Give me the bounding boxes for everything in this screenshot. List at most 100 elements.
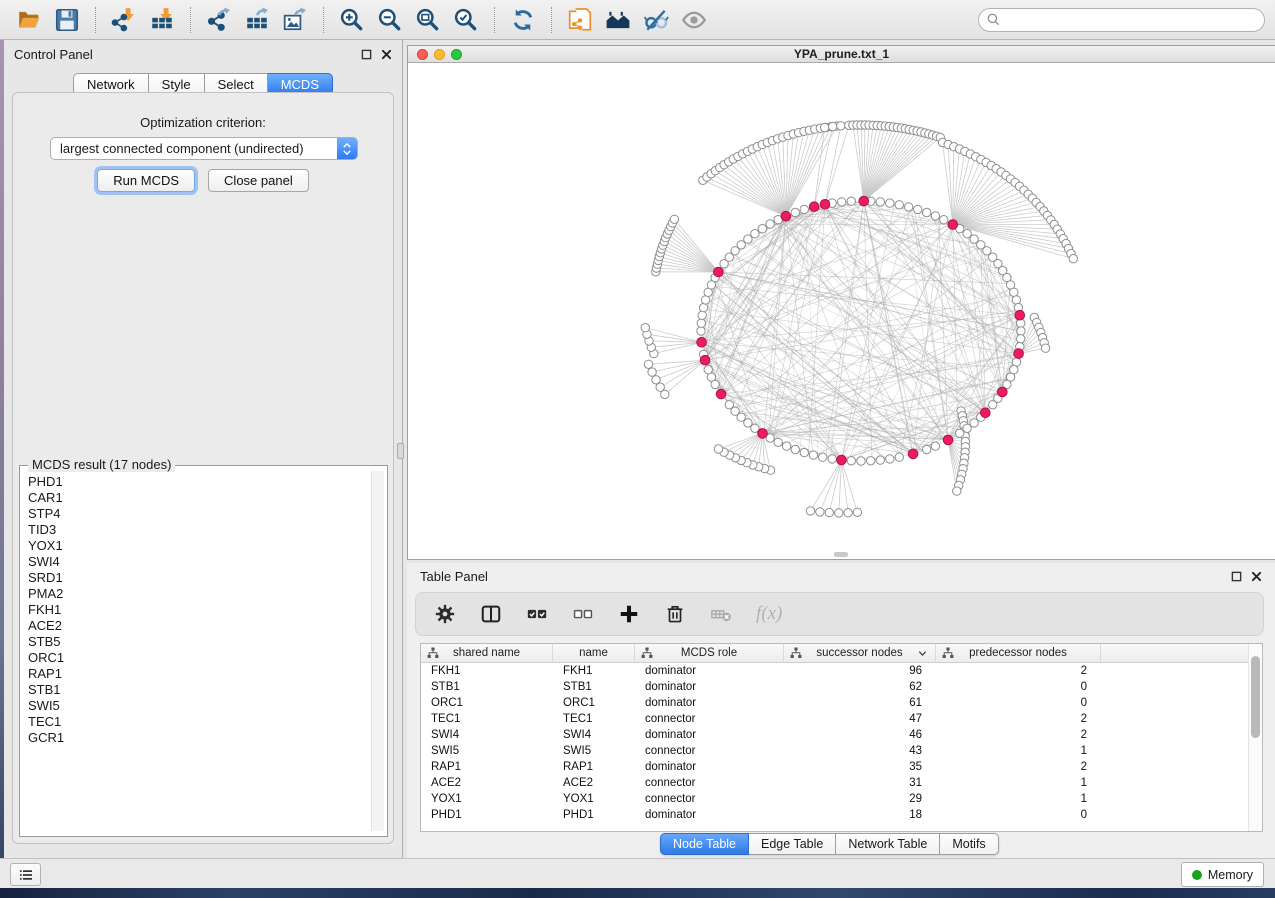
mcds-result-item[interactable]: PMA2 bbox=[24, 586, 369, 602]
show-hide-details-icon[interactable] bbox=[677, 5, 711, 35]
close-table-panel-icon[interactable] bbox=[1251, 571, 1262, 582]
mcds-result-item[interactable]: RAP1 bbox=[24, 666, 369, 682]
mcds-result-list: PHD1CAR1STP4TID3YOX1SWI4SRD1PMA2FKH1ACE2… bbox=[24, 474, 369, 832]
tab-motifs[interactable]: Motifs bbox=[940, 833, 998, 855]
table-toolbar: f(x) bbox=[415, 592, 1264, 636]
mcds-result-item[interactable]: ORC1 bbox=[24, 650, 369, 666]
save-session-icon[interactable] bbox=[50, 5, 84, 35]
run-mcds-button[interactable]: Run MCDS bbox=[97, 169, 195, 192]
table-row[interactable]: STB1STB1dominator620 bbox=[421, 679, 1262, 695]
table-scrollbar-track[interactable] bbox=[1248, 644, 1262, 831]
network-window-titlebar[interactable]: YPA_prune.txt_1 bbox=[408, 46, 1275, 63]
tab-network-table[interactable]: Network Table bbox=[836, 833, 940, 855]
network-hscrollbar-thumb[interactable] bbox=[834, 552, 848, 557]
mcds-result-item[interactable]: SWI5 bbox=[24, 698, 369, 714]
desktop-wallpaper-bottom bbox=[0, 888, 1275, 898]
panel-divider-handle[interactable] bbox=[397, 443, 404, 459]
table-row[interactable]: SWI5SWI5connector431 bbox=[421, 743, 1262, 759]
toggle-graphics-details-icon[interactable] bbox=[639, 5, 673, 35]
column-header-mcds-role[interactable]: MCDS role bbox=[635, 644, 784, 662]
toolbar-separator bbox=[323, 7, 324, 33]
create-column-icon[interactable] bbox=[618, 603, 640, 625]
mcds-result-item[interactable]: SRD1 bbox=[24, 570, 369, 586]
table-row[interactable]: ACE2ACE2connector311 bbox=[421, 775, 1262, 791]
optimization-criterion-label: Optimization criterion: bbox=[13, 115, 393, 130]
table-row[interactable]: ORC1ORC1dominator610 bbox=[421, 695, 1262, 711]
toolbar-separator bbox=[494, 7, 495, 33]
mcds-result-item[interactable]: TEC1 bbox=[24, 714, 369, 730]
maximize-window-icon[interactable] bbox=[451, 49, 462, 60]
delete-columns-icon[interactable] bbox=[664, 603, 686, 625]
zoom-selected-icon[interactable] bbox=[449, 5, 483, 35]
zoom-out-icon[interactable] bbox=[373, 5, 407, 35]
table-panel-title: Table Panel bbox=[420, 569, 488, 584]
network-from-document-icon[interactable] bbox=[563, 5, 597, 35]
column-header-predecessor-nodes[interactable]: predecessor nodes bbox=[936, 644, 1101, 662]
toolbar-separator bbox=[95, 7, 96, 33]
search-input[interactable] bbox=[1006, 12, 1257, 28]
minimize-window-icon[interactable] bbox=[434, 49, 445, 60]
export-table-icon[interactable] bbox=[240, 5, 274, 35]
mcds-result-item[interactable]: SWI4 bbox=[24, 554, 369, 570]
mcds-result-item[interactable]: YOX1 bbox=[24, 538, 369, 554]
mcds-result-item[interactable]: STB1 bbox=[24, 682, 369, 698]
open-session-icon[interactable] bbox=[12, 5, 46, 35]
select-all-icon[interactable] bbox=[526, 603, 548, 625]
zoom-fit-icon[interactable] bbox=[411, 5, 445, 35]
task-list-icon bbox=[18, 867, 34, 883]
close-panel-button[interactable]: Close panel bbox=[208, 169, 309, 192]
float-table-panel-icon[interactable] bbox=[1231, 571, 1242, 582]
birdseye-home-icon[interactable] bbox=[601, 5, 635, 35]
mcds-result-item[interactable]: GCR1 bbox=[24, 730, 369, 746]
control-panel-title: Control Panel bbox=[14, 47, 93, 62]
search-box[interactable] bbox=[978, 8, 1265, 32]
export-network-icon[interactable] bbox=[202, 5, 236, 35]
close-panel-icon[interactable] bbox=[381, 49, 392, 60]
column-header-name[interactable]: name bbox=[553, 644, 635, 662]
mcds-list-scrollbar[interactable] bbox=[371, 471, 384, 831]
export-image-icon[interactable] bbox=[278, 5, 312, 35]
task-history-button[interactable] bbox=[10, 863, 41, 886]
table-row[interactable]: FKH1FKH1dominator962 bbox=[421, 663, 1262, 679]
table-row[interactable]: PHD1PHD1dominator180 bbox=[421, 807, 1262, 823]
tab-edge-table[interactable]: Edge Table bbox=[749, 833, 836, 855]
column-header-shared-name[interactable]: shared name bbox=[421, 644, 553, 662]
memory-label: Memory bbox=[1208, 868, 1253, 882]
zoom-in-icon[interactable] bbox=[335, 5, 369, 35]
table-row[interactable]: YOX1YOX1connector291 bbox=[421, 791, 1262, 807]
refresh-view-icon[interactable] bbox=[506, 5, 540, 35]
mcds-result-item[interactable]: STP4 bbox=[24, 506, 369, 522]
mcds-result-title: MCDS result (17 nodes) bbox=[28, 457, 175, 472]
unselect-all-icon[interactable] bbox=[572, 603, 594, 625]
table-row[interactable]: TEC1TEC1connector472 bbox=[421, 711, 1262, 727]
toolbar-separator bbox=[190, 7, 191, 33]
table-settings-icon[interactable] bbox=[434, 603, 456, 625]
mcds-result-item[interactable]: PHD1 bbox=[24, 474, 369, 490]
function-builder-icon[interactable]: f(x) bbox=[756, 603, 782, 625]
close-window-icon[interactable] bbox=[417, 49, 428, 60]
memory-button[interactable]: Memory bbox=[1181, 862, 1264, 887]
mcds-tab-panel: Optimization criterion: largest connecte… bbox=[12, 92, 394, 844]
network-canvas[interactable] bbox=[408, 63, 1274, 559]
mcds-result-item[interactable]: ACE2 bbox=[24, 618, 369, 634]
float-panel-icon[interactable] bbox=[361, 49, 372, 60]
manage-columns-icon[interactable] bbox=[480, 603, 502, 625]
table-row[interactable]: RAP1RAP1dominator352 bbox=[421, 759, 1262, 775]
control-panel: Control Panel NetworkStyleSelectMCDS Opt… bbox=[4, 40, 403, 858]
mcds-result-group: MCDS result (17 nodes) PHD1CAR1STP4TID3Y… bbox=[19, 465, 388, 837]
import-table-icon[interactable] bbox=[145, 5, 179, 35]
mcds-result-item[interactable]: TID3 bbox=[24, 522, 369, 538]
node-table: shared namenameMCDS rolesuccessor nodesp… bbox=[420, 643, 1263, 832]
mcds-result-item[interactable]: STB5 bbox=[24, 634, 369, 650]
table-row[interactable]: SWI4SWI4dominator462 bbox=[421, 727, 1262, 743]
column-header-successor-nodes[interactable]: successor nodes bbox=[784, 644, 936, 662]
delete-table-icon[interactable] bbox=[710, 603, 732, 625]
import-network-icon[interactable] bbox=[107, 5, 141, 35]
mcds-result-item[interactable]: CAR1 bbox=[24, 490, 369, 506]
memory-status-icon bbox=[1192, 870, 1202, 880]
mcds-result-item[interactable]: FKH1 bbox=[24, 602, 369, 618]
status-bar: Memory bbox=[0, 858, 1275, 888]
tab-node-table[interactable]: Node Table bbox=[660, 833, 749, 855]
table-scrollbar-thumb[interactable] bbox=[1251, 656, 1260, 738]
optimization-criterion-select[interactable]: largest connected component (undirected) bbox=[50, 137, 358, 160]
